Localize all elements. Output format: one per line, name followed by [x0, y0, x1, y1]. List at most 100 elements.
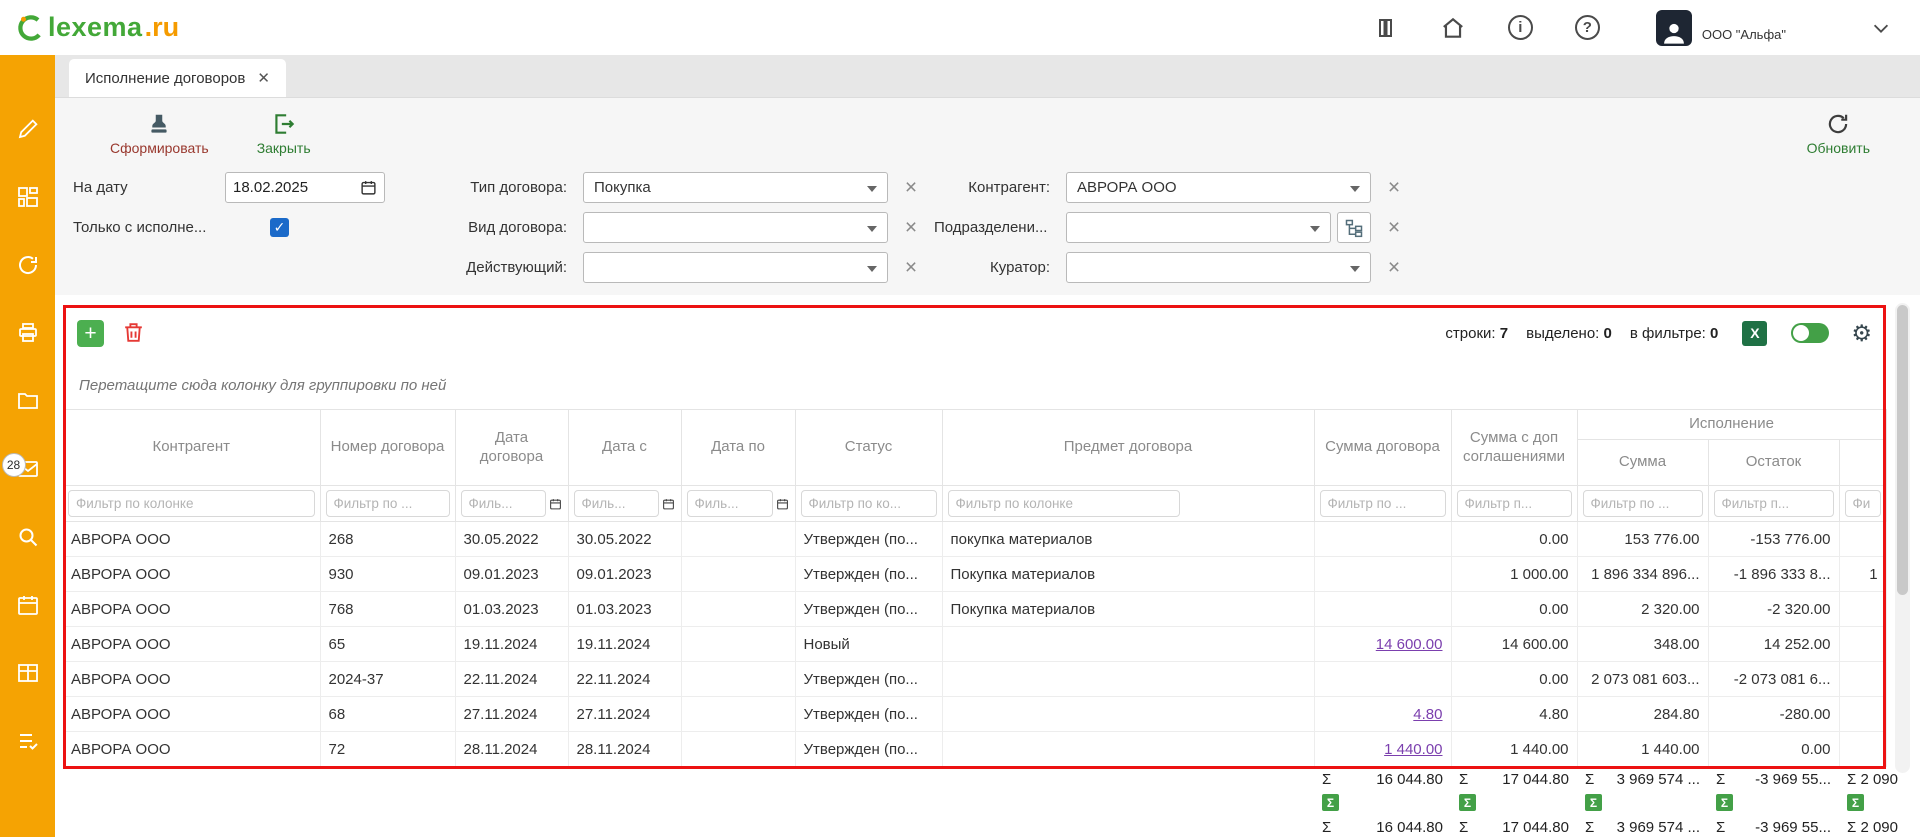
on-date-input[interactable]: 18.02.2025: [225, 172, 385, 203]
col-header-status[interactable]: Статус: [795, 410, 942, 486]
vertical-scrollbar[interactable]: [1895, 303, 1910, 773]
col-header-contract-date[interactable]: Дата договора: [455, 410, 568, 486]
col-header-amount-extra[interactable]: Сумма с доп соглашениями: [1451, 410, 1577, 486]
contract-amount-link[interactable]: 14 600.00: [1376, 636, 1443, 653]
active-select[interactable]: [583, 252, 888, 283]
scrollbar-thumb[interactable]: [1897, 305, 1908, 595]
modules-icon[interactable]: [16, 185, 40, 209]
col-header-subject[interactable]: Предмет договора: [942, 410, 1314, 486]
tab-close-icon[interactable]: ✕: [257, 69, 270, 87]
cell-number: 68: [320, 697, 455, 732]
table-row[interactable]: АВРОРА ООО2024-3722.11.202422.11.2024Утв…: [63, 662, 1886, 697]
tab-contract-execution[interactable]: Исполнение договоров ✕: [69, 59, 286, 97]
search-icon[interactable]: [16, 525, 40, 549]
filter-input-exec-rest[interactable]: [1714, 490, 1834, 517]
sync-icon[interactable]: [16, 253, 40, 277]
col-header-number[interactable]: Номер договора: [320, 410, 455, 486]
sum-aggregate-button[interactable]: Σ: [1322, 794, 1339, 811]
sum-aggregate-button[interactable]: Σ: [1716, 794, 1733, 811]
table-row[interactable]: АВРОРА ООО6827.11.202427.11.2024Утвержде…: [63, 697, 1886, 732]
mail-icon[interactable]: 28: [16, 457, 40, 481]
folder-icon[interactable]: [16, 389, 40, 413]
cell-date_to: [681, 697, 795, 732]
contract-type-select[interactable]: Покупка: [583, 172, 888, 203]
filter-input-extra[interactable]: [1845, 490, 1881, 517]
calendar-icon[interactable]: [360, 179, 377, 196]
counterparty-select[interactable]: АВРОРА ООО: [1066, 172, 1371, 203]
excel-export-button[interactable]: X: [1742, 321, 1767, 346]
calendar-icon[interactable]: [549, 496, 562, 512]
close-button[interactable]: Закрыть: [257, 111, 311, 156]
user-avatar[interactable]: [1656, 10, 1692, 46]
clear-department-icon[interactable]: ×: [1375, 212, 1413, 243]
calendar-icon[interactable]: [16, 593, 40, 617]
clear-contract-type-icon[interactable]: ×: [892, 172, 930, 203]
home-icon[interactable]: [1440, 15, 1466, 41]
table-row[interactable]: АВРОРА ООО93009.01.202309.01.2023Утвержд…: [63, 557, 1886, 592]
cell-exec_rest: -2 320.00: [1708, 592, 1839, 627]
top-bar: lexema.ru i ? ООО "Альфа": [0, 0, 1920, 55]
curator-label: Куратор:: [934, 259, 1062, 276]
filter-input-amount-extra[interactable]: [1457, 490, 1572, 517]
filter-input-subject[interactable]: [948, 490, 1180, 517]
add-row-button[interactable]: +: [77, 320, 104, 347]
tasks-icon[interactable]: [16, 729, 40, 753]
clear-curator-icon[interactable]: ×: [1375, 252, 1413, 283]
filter-input-date-from[interactable]: [574, 490, 660, 517]
filter-input-contract-date[interactable]: [461, 490, 547, 517]
col-header-exec-amount[interactable]: Сумма: [1577, 440, 1708, 486]
clear-active-icon[interactable]: ×: [892, 252, 930, 283]
calendar-icon[interactable]: [776, 496, 789, 512]
col-header-counterparty[interactable]: Контрагент: [63, 410, 320, 486]
sum-aggregate-button[interactable]: Σ: [1847, 794, 1864, 811]
edit-icon[interactable]: [16, 117, 40, 141]
refresh-button[interactable]: Обновить: [1807, 111, 1870, 156]
filter-input-number[interactable]: [326, 490, 450, 517]
recent-apps-icon[interactable]: [1372, 15, 1398, 41]
col-header-extra[interactable]: [1839, 440, 1886, 486]
print-icon[interactable]: [16, 321, 40, 345]
col-header-exec-rest[interactable]: Остаток: [1708, 440, 1839, 486]
contract-amount-link[interactable]: 4.80: [1413, 706, 1442, 723]
col-header-date-to[interactable]: Дата по: [681, 410, 795, 486]
data-table-icon[interactable]: [16, 661, 40, 685]
table-row[interactable]: АВРОРА ООО76801.03.202301.03.2023Утвержд…: [63, 592, 1886, 627]
chevron-down-icon[interactable]: [1868, 15, 1894, 41]
delete-row-button[interactable]: [120, 320, 147, 347]
curator-select[interactable]: [1066, 252, 1371, 283]
clear-counterparty-icon[interactable]: ×: [1375, 172, 1413, 203]
grid-settings-gear-icon[interactable]: ⚙: [1851, 322, 1872, 345]
info-icon[interactable]: i: [1508, 15, 1533, 40]
table-row[interactable]: АВРОРА ООО6519.11.202419.11.2024Новый14 …: [63, 627, 1886, 662]
clear-contract-kind-icon[interactable]: ×: [892, 212, 930, 243]
logo-ring-icon: [16, 13, 46, 43]
selected-count-label: выделено:: [1526, 325, 1599, 342]
filter-input-amount[interactable]: [1320, 490, 1446, 517]
filter-input-date-to[interactable]: [687, 490, 774, 517]
contract-kind-select[interactable]: [583, 212, 888, 243]
cell-exec_rest: 14 252.00: [1708, 627, 1839, 662]
department-select[interactable]: [1066, 212, 1331, 243]
col-header-amount[interactable]: Сумма договора: [1314, 410, 1451, 486]
sum-aggregate-button[interactable]: Σ: [1585, 794, 1602, 811]
filter-input-counterparty[interactable]: [68, 490, 315, 517]
group-by-drop-zone[interactable]: Перетащите сюда колонку для группировки …: [63, 361, 1886, 409]
help-icon[interactable]: ?: [1575, 15, 1600, 40]
table-row[interactable]: АВРОРА ООО26830.05.202230.05.2022Утвержд…: [63, 522, 1886, 557]
table-row[interactable]: АВРОРА ООО7228.11.202428.11.2024Утвержде…: [63, 732, 1886, 767]
department-tree-button[interactable]: [1337, 212, 1371, 243]
grid-mode-toggle[interactable]: [1791, 323, 1829, 343]
col-header-date-from[interactable]: Дата с: [568, 410, 681, 486]
sum-aggregate-button[interactable]: Σ: [1459, 794, 1476, 811]
contract-amount-link[interactable]: 1 440.00: [1384, 741, 1442, 758]
cell-contract_date: 01.03.2023: [455, 592, 568, 627]
filter-input-status[interactable]: [801, 490, 937, 517]
account-menu[interactable]: ООО "Альфа": [1656, 10, 1786, 46]
cell-subject: [942, 627, 1314, 662]
calendar-icon[interactable]: [662, 496, 675, 512]
cell-date_from: 19.11.2024: [568, 627, 681, 662]
generate-button[interactable]: Сформировать: [110, 111, 209, 156]
lexema-logo[interactable]: lexema.ru: [16, 12, 179, 43]
filter-input-exec-amount[interactable]: [1583, 490, 1703, 517]
only-with-execution-checkbox[interactable]: ✓: [270, 218, 289, 237]
